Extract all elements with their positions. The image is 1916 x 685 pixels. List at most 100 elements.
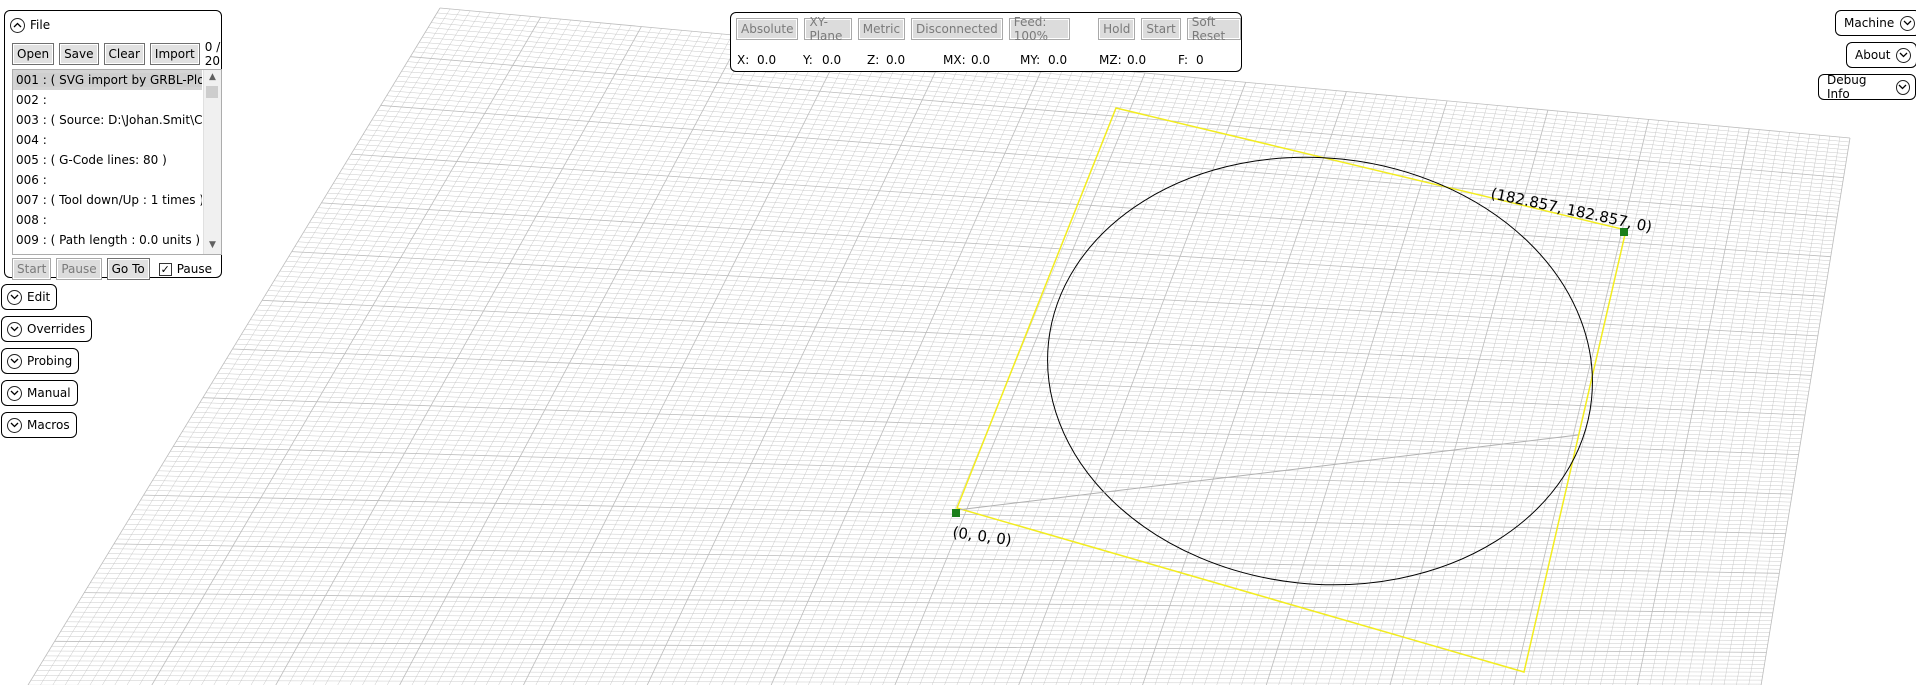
metric-button[interactable]: Metric <box>857 18 906 40</box>
grid-line <box>69 616 1770 633</box>
mx-label: MX: <box>943 53 966 67</box>
file-expander-header[interactable]: File <box>10 15 50 35</box>
cycle-start-button[interactable]: Start <box>1141 18 1181 40</box>
grid-line <box>783 64 1055 685</box>
clear-button[interactable]: Clear <box>103 43 145 65</box>
soft-reset-button[interactable]: Soft Reset <box>1186 15 1241 43</box>
grid-line <box>1699 133 1800 685</box>
grid-line <box>51 646 1766 657</box>
grid-line <box>287 27 652 685</box>
mx-value: 0.0 <box>971 53 991 67</box>
edit-expander-label: Edit <box>27 290 51 304</box>
scrollbar-thumb[interactable] <box>206 86 218 98</box>
overrides-expander[interactable]: Overrides <box>1 316 93 342</box>
feed-button[interactable]: Feed: 100% <box>1008 15 1071 43</box>
grid-line <box>48 650 1766 661</box>
gcode-line[interactable]: 003 : ( Source: D:\Johan.Smit\CNC <box>13 110 202 130</box>
save-button[interactable]: Save <box>59 43 99 65</box>
chevron-down-icon <box>7 353 22 369</box>
grid-line <box>300 28 662 685</box>
edit-expander[interactable]: Edit <box>1 284 58 310</box>
gcode-line[interactable]: 004 : <box>13 130 202 150</box>
grid-line <box>1686 132 1790 685</box>
grid-line <box>1748 137 1841 685</box>
gcode-line[interactable]: 005 : ( G-Code lines: 80 ) <box>13 150 202 170</box>
absolute-button[interactable]: Absolute <box>736 18 799 40</box>
chevron-down-icon <box>7 385 22 401</box>
goto-button[interactable]: Go To <box>106 258 150 280</box>
debug-info-expander[interactable]: Debug Info <box>1818 73 1916 101</box>
machine-expander-label: Machine <box>1844 16 1895 30</box>
grid-line <box>820 67 1085 685</box>
scroll-up-icon[interactable]: ▲ <box>207 72 218 84</box>
grid-line <box>201 20 582 685</box>
hold-button[interactable]: Hold <box>1098 18 1136 40</box>
grid-line <box>33 675 1762 681</box>
grid-line <box>646 54 944 685</box>
grid-line <box>1662 130 1770 685</box>
grid-line <box>671 56 964 685</box>
about-expander-label: About <box>1855 48 1891 62</box>
grid-line <box>325 30 682 685</box>
connection-status-button[interactable]: Disconnected <box>911 18 1003 40</box>
xy-plane-button[interactable]: XY-Plane <box>804 15 852 43</box>
open-button[interactable]: Open <box>12 43 55 65</box>
grid-line <box>969 78 1206 685</box>
mz-label: MZ: <box>1099 53 1122 67</box>
grid-line <box>87 587 1774 610</box>
grid-line <box>894 72 1146 685</box>
gcode-line[interactable]: 002 : <box>13 90 202 110</box>
status-bar: Absolute XY-Plane Metric Disconnected Fe… <box>730 12 1242 72</box>
machine-expander[interactable]: Machine <box>1835 10 1916 36</box>
grid-line <box>770 63 1045 685</box>
overrides-expander-label: Overrides <box>27 322 86 336</box>
gcode-line[interactable]: 009 : ( Path length : 0.0 units ) <box>13 230 202 250</box>
pause-button[interactable]: Pause <box>56 258 102 280</box>
probing-expander[interactable]: Probing <box>1 348 80 374</box>
macros-expander[interactable]: Macros <box>1 412 77 438</box>
start-button[interactable]: Start <box>12 258 52 280</box>
vertical-scrollbar[interactable]: ▲ ▼ <box>203 70 221 254</box>
debug-info-expander-label: Debug Info <box>1827 73 1867 101</box>
grid-line <box>312 29 672 685</box>
grid-line <box>188 20 572 685</box>
grid-line <box>176 19 562 685</box>
gcode-line[interactable]: 006 : <box>13 170 202 190</box>
my-value: 0.0 <box>1048 53 1068 67</box>
pause-checkbox-label: Pause <box>176 262 213 276</box>
f-label: F: <box>1178 53 1189 67</box>
grid-line <box>78 602 1772 621</box>
x-value: 0.0 <box>757 53 777 67</box>
file-panel: File Open Save Clear Import 0 / 20 001 :… <box>4 10 222 280</box>
gcode-line[interactable]: 008 : <box>13 210 202 230</box>
grid-line <box>795 65 1065 685</box>
grid-line <box>226 22 602 685</box>
gcode-line[interactable]: 001 : ( SVG import by GRBL-Plotter <box>13 70 202 90</box>
line-counter: 0 / 20 <box>204 40 221 68</box>
grid-line <box>81 597 1773 617</box>
manual-expander-label: Manual <box>27 386 71 400</box>
file-expander-label: File <box>30 18 51 32</box>
grid-line <box>610 51 914 685</box>
grid-line <box>808 66 1075 685</box>
mz-value: 0.0 <box>1127 53 1147 67</box>
import-button[interactable]: Import <box>149 43 200 65</box>
gcode-listbox[interactable]: 001 : ( SVG import by GRBL-Plotter 002 :… <box>12 69 222 255</box>
about-expander[interactable]: About <box>1846 42 1916 68</box>
grid-line <box>956 77 1196 685</box>
3d-viewport[interactable]: (0, 0, 0) (182.857, 182.857, 0) <box>0 0 1916 685</box>
y-label: Y: <box>803 53 813 67</box>
grid-line <box>1303 103 1478 685</box>
macros-expander-label: Macros <box>27 418 70 432</box>
gcode-line[interactable]: 007 : ( Tool down/Up : 1 times ) <box>13 190 202 210</box>
chevron-up-icon[interactable] <box>10 17 25 33</box>
pause-checkbox[interactable]: ✓ <box>158 262 172 276</box>
manual-expander[interactable]: Manual <box>1 380 78 406</box>
chevron-down-icon <box>7 289 22 305</box>
scroll-down-icon[interactable]: ▼ <box>207 240 218 252</box>
chevron-down-icon <box>7 321 22 337</box>
chevron-down-icon <box>1895 79 1910 95</box>
grid-line <box>634 53 934 685</box>
grid-line <box>758 62 1035 685</box>
x-label: X: <box>737 53 750 67</box>
